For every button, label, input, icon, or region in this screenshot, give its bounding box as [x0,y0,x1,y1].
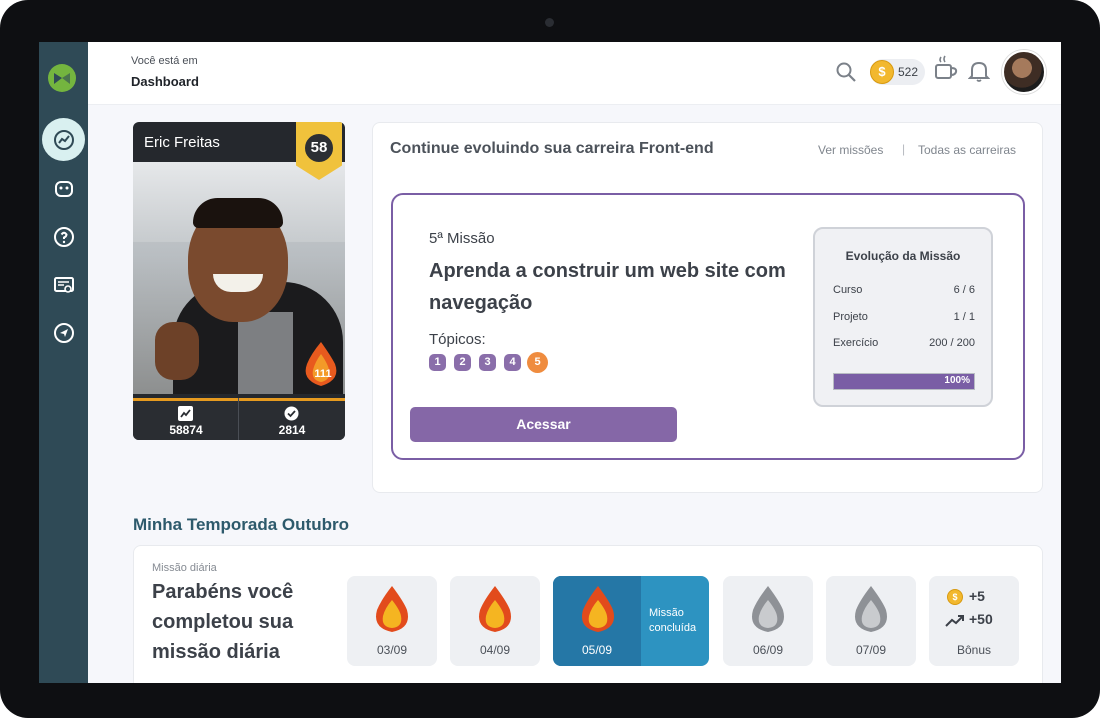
sidebar [39,42,88,683]
sidebar-item-certificates[interactable] [42,263,85,306]
coin-icon: $ [870,60,894,84]
progress-bar: 100% [833,373,975,390]
mission-progress-card: Evolução da Missão Curso 6 / 6 Projeto 1… [813,227,993,407]
mission-number: 5ª Missão [429,230,495,247]
day-card[interactable]: 06/09 [723,576,813,666]
season-card: Missão diária Parabéns você completou su… [133,545,1043,683]
help-icon [53,226,74,247]
topic-chip-current[interactable]: 5 [527,352,548,373]
progress-row-label: Curso [833,284,863,296]
gamepad-icon [54,180,73,197]
sidebar-item-explore[interactable] [42,311,85,354]
user-avatar[interactable] [1002,50,1046,94]
coin-icon: $ [947,589,963,605]
progress-row-value: 1 / 1 [953,311,975,323]
fire-icon [582,586,614,632]
stat-xp-value: 58874 [169,423,203,437]
progress-title: Evolução da Missão [845,249,961,263]
app-logo-icon[interactable] [48,64,76,92]
coin-count: 522 [898,65,919,79]
day-card[interactable]: 03/09 [347,576,437,666]
day-date: 03/09 [376,643,408,657]
profile-stats: 58874 2814 [133,398,345,440]
day-card[interactable]: 07/09 [826,576,916,666]
bell-icon[interactable] [968,59,990,83]
all-careers-link[interactable]: Todas as carreiras [918,143,1016,157]
career-panel: Continue evoluindo sua carreira Front-en… [372,122,1043,493]
access-button[interactable]: Acessar [410,407,677,442]
certificate-icon [53,276,74,293]
day-date: 05/09 [581,643,613,657]
stat-completed-value: 2814 [278,423,306,437]
device-frame: Você está em Dashboard $ 522 Eric Freita… [0,0,1100,718]
daily-mission-label: Missão diária [152,562,217,574]
fire-grey-icon [752,586,784,632]
bonus-card[interactable]: $ +5 +50 Bônus [929,576,1019,666]
progress-row-label: Exercício [833,337,879,349]
coffee-icon[interactable] [933,54,959,82]
day-date: 07/09 [855,643,887,657]
streak-fire-icon [305,342,337,386]
stat-completed: 2814 [239,401,345,440]
fire-grey-icon [855,586,887,632]
stat-xp: 58874 [133,401,239,440]
profile-card: Eric Freitas 58 111 58874 2814 [133,122,345,440]
topic-chip[interactable]: 2 [454,354,471,371]
sidebar-item-game[interactable] [42,167,85,210]
mission-title: Aprenda a construir um web site com nave… [429,260,786,314]
link-separator: | [902,142,906,156]
day-card[interactable]: 04/09 [450,576,540,666]
see-missions-link[interactable]: Ver missões [818,143,883,157]
breadcrumb-prefix: Você está em [131,55,198,67]
chart-icon [53,129,74,150]
day-card-today[interactable]: 05/09 Missão concluída [553,576,709,666]
profile-name: Eric Freitas [144,134,220,151]
sidebar-item-help[interactable] [42,215,85,258]
trend-arrow-icon [945,615,964,627]
career-title: Continue evoluindo sua carreira Front-en… [390,140,714,157]
top-header: Você está em Dashboard $ 522 [88,42,1061,105]
stat-divider [238,398,239,440]
coin-balance[interactable]: $ 522 [870,59,925,85]
level-badge: 58 [303,132,335,164]
check-circle-icon [284,406,299,421]
bonus-label: Bônus [956,643,992,657]
streak-count: 111 [314,368,332,380]
daily-mission-message: Parabéns você completou sua missão diári… [152,581,294,663]
progress-row-label: Projeto [833,311,868,323]
season-title: Minha Temporada Outubro [133,515,349,534]
send-icon [53,322,74,343]
fire-icon [479,586,511,632]
topics-label: Tópicos: [429,331,486,348]
camera-dot [545,18,554,27]
page-title: Dashboard [131,74,199,89]
trending-up-icon [178,406,193,421]
progress-percent: 100% [944,375,970,386]
day-date: 06/09 [752,643,784,657]
day-date: 04/09 [479,643,511,657]
topic-chip[interactable]: 3 [479,354,496,371]
search-icon[interactable] [835,61,857,83]
progress-row-value: 200 / 200 [929,337,975,349]
topic-chip[interactable]: 1 [429,354,446,371]
sidebar-item-dashboard[interactable] [42,118,85,161]
screen: Você está em Dashboard $ 522 Eric Freita… [39,42,1061,683]
fire-icon [376,586,408,632]
topic-chip[interactable]: 4 [504,354,521,371]
mission-done-label: Missão concluída [649,607,697,634]
mission-card: 5ª Missão Aprenda a construir um web sit… [391,193,1025,460]
bonus-coins: +5 [969,588,985,604]
progress-row-value: 6 / 6 [953,284,975,296]
bonus-xp: +50 [969,611,993,627]
